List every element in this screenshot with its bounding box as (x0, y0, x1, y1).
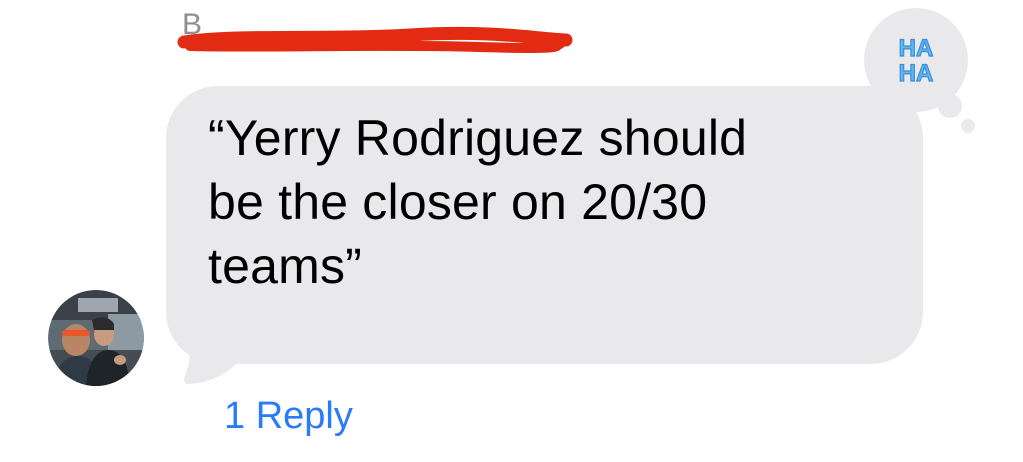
message-line: “Yerry Rodriguez should (208, 110, 748, 166)
haha-tapback[interactable]: HA HA (858, 4, 988, 134)
message-thread: { "message": { "sender_name": "B", "text… (0, 0, 1023, 462)
haha-label-top: HA (899, 35, 934, 62)
message-bubble[interactable]: “Yerry Rodriguez should be the closer on… (166, 86, 923, 364)
haha-icon: HA HA (898, 34, 934, 87)
redaction-scribble (177, 26, 573, 53)
avatar-photo-icon (48, 290, 144, 386)
message-line: be the closer on 20/30 (208, 174, 708, 230)
message-text: “Yerry Rodriguez should be the closer on… (208, 106, 883, 298)
message-line: teams” (208, 238, 363, 294)
haha-label-bottom: HA (899, 60, 934, 87)
sender-avatar[interactable] (48, 290, 144, 386)
reply-count-link[interactable]: 1 Reply (224, 395, 353, 438)
